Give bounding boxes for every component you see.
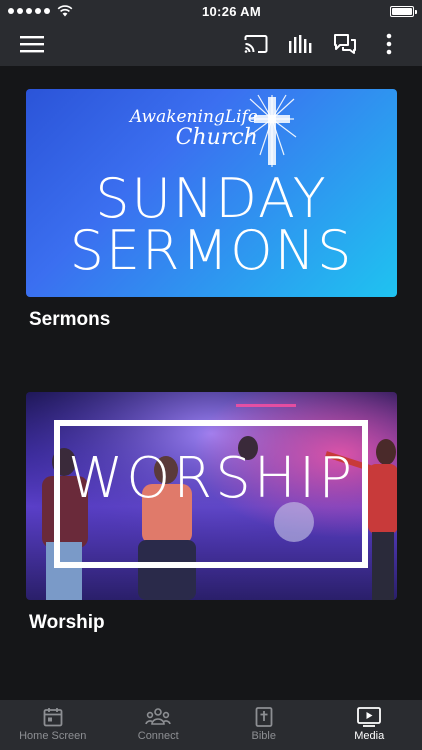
calendar-icon xyxy=(43,708,63,727)
tab-media[interactable]: Media xyxy=(317,700,422,750)
bible-icon xyxy=(255,707,273,727)
play-screen-icon xyxy=(357,707,382,727)
tab-label: Connect xyxy=(137,730,179,742)
tab-bible[interactable]: Bible xyxy=(211,700,317,750)
app-bar xyxy=(0,22,422,66)
media-card-worship[interactable]: WORSHIP Worship xyxy=(26,392,397,634)
media-card-title[interactable]: Worship xyxy=(29,612,397,634)
wifi-icon xyxy=(57,5,73,17)
cellular-signal-icon xyxy=(8,5,73,17)
more-options-icon[interactable] xyxy=(376,22,402,66)
tab-connect[interactable]: Connect xyxy=(106,700,212,750)
audio-levels-icon[interactable] xyxy=(286,22,316,66)
tab-home-screen[interactable]: Home Screen xyxy=(0,700,106,750)
thumbnail-headline: SERMONS xyxy=(69,219,354,282)
bottom-tab-bar: Home Screen Connect Bible Media xyxy=(0,700,422,750)
chat-icon[interactable] xyxy=(330,22,360,66)
status-bar: 10:26 AM xyxy=(0,0,422,22)
cross-icon xyxy=(247,94,297,167)
tab-label: Media xyxy=(354,730,385,742)
menu-icon[interactable] xyxy=(14,22,50,66)
worship-thumbnail[interactable]: WORSHIP xyxy=(26,392,397,600)
media-card-title[interactable]: Sermons xyxy=(29,309,397,331)
battery-icon xyxy=(390,5,417,17)
thumbnail-headline: WORSHIP xyxy=(67,446,356,511)
tab-label: Bible xyxy=(251,730,276,742)
tab-label: Home Screen xyxy=(19,730,87,742)
church-logo: AwakeningLife Church xyxy=(130,107,258,150)
sermons-thumbnail[interactable]: AwakeningLife Church SUNDAY SERMONS xyxy=(26,89,397,297)
people-icon xyxy=(145,708,172,725)
cast-icon[interactable] xyxy=(240,22,272,66)
status-time: 10:26 AM xyxy=(202,3,261,19)
media-list: AwakeningLife Church SUNDAY SERMONS Serm… xyxy=(0,66,422,700)
media-card-sermons[interactable]: AwakeningLife Church SUNDAY SERMONS Serm… xyxy=(26,89,397,331)
